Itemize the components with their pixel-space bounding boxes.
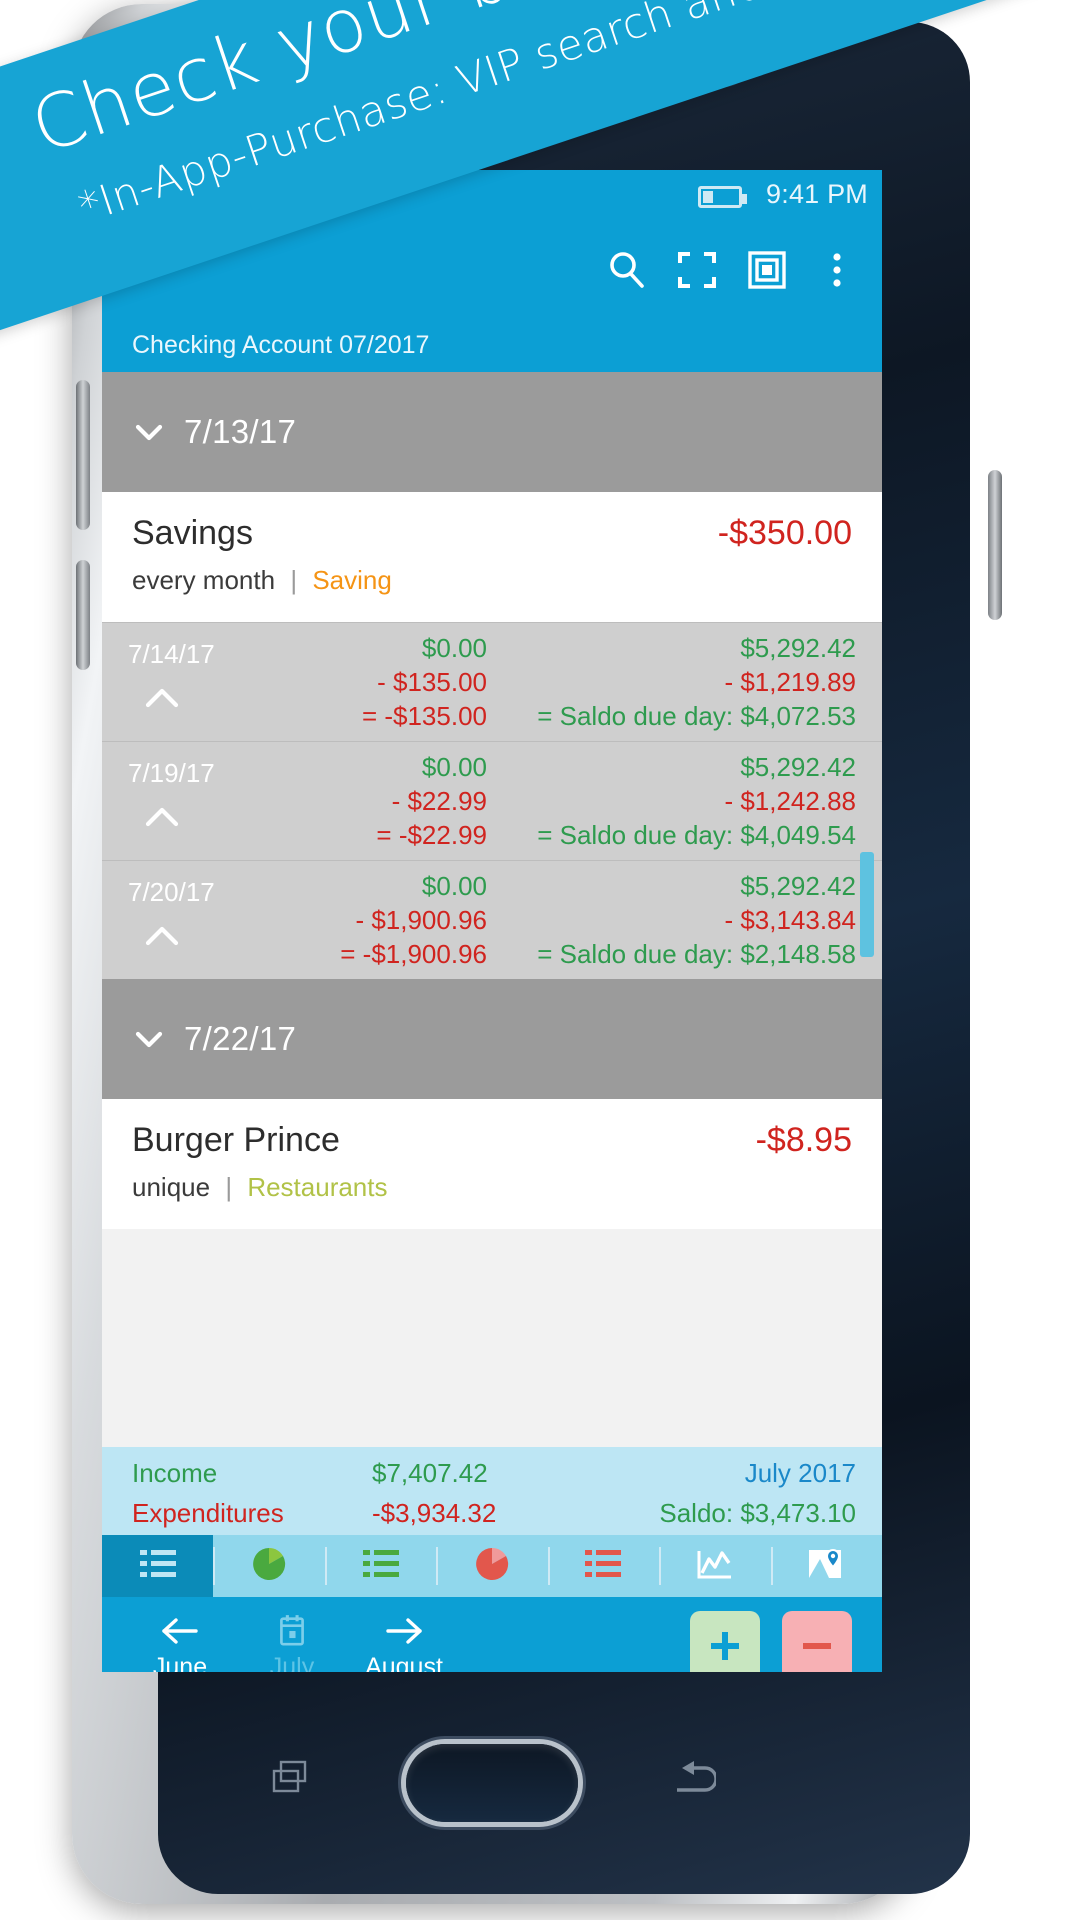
transaction-recurrence: every month xyxy=(132,565,276,595)
day-row-total: = -$1,900.96 xyxy=(340,938,487,969)
day-row[interactable]: 7/20/17 $0.00 - $1,900.96 = -$1,900.96 $… xyxy=(102,860,882,979)
prev-month-button[interactable]: June xyxy=(124,1611,236,1673)
day-row-date: 7/20/17 xyxy=(128,877,215,907)
day-group-header-7-22[interactable]: 7/22/17 xyxy=(102,979,882,1099)
map-icon xyxy=(807,1547,845,1586)
list-icon xyxy=(138,1547,178,1586)
transaction-title: Savings xyxy=(132,514,253,552)
period-label: July 2017 xyxy=(744,1457,856,1488)
phone-volume-up-button xyxy=(76,380,90,530)
transaction-category: Saving xyxy=(312,565,392,595)
plus-icon xyxy=(711,1632,739,1660)
prev-month-label: June xyxy=(152,1652,208,1673)
day-row-balance-due: = Saldo due day: $4,049.54 xyxy=(537,819,856,850)
income-value: $7,407.42 xyxy=(372,1457,488,1488)
next-month-button[interactable]: August xyxy=(348,1611,460,1673)
arrow-left-icon xyxy=(124,1611,236,1651)
transaction-recurrence: unique xyxy=(132,1172,211,1202)
pie-chart-green-icon xyxy=(251,1546,287,1587)
phone-volume-down-button xyxy=(76,560,90,670)
phone-power-button xyxy=(988,470,1002,620)
tab-expense-pie[interactable] xyxy=(436,1535,547,1597)
tab-list[interactable] xyxy=(102,1535,214,1597)
view-tab-strip[interactable] xyxy=(102,1535,882,1597)
calendar-icon xyxy=(236,1611,348,1651)
chevron-up-icon[interactable] xyxy=(144,923,180,949)
day-row-balance-income: $5,292.42 xyxy=(740,632,856,663)
current-month-label: July xyxy=(269,1652,315,1673)
phone-screen: 9:41 PM Checking Account 07/2017 7/13/17… xyxy=(102,170,882,1672)
transaction-row-savings[interactable]: Savings -$350.00 every month | Saving xyxy=(102,492,882,622)
day-row-date: 7/14/17 xyxy=(128,639,215,669)
pie-chart-red-icon xyxy=(474,1546,510,1587)
day-row-balance-expense: - $1,219.89 xyxy=(724,666,856,697)
day-row-balance-income: $5,292.42 xyxy=(740,751,856,782)
day-row[interactable]: 7/19/17 $0.00 - $22.99 = -$22.99 $5,292.… xyxy=(102,741,882,860)
line-chart-icon xyxy=(696,1547,734,1586)
chevron-up-icon[interactable] xyxy=(144,685,180,711)
day-row-expense: - $135.00 xyxy=(377,666,487,697)
minus-icon xyxy=(803,1643,831,1649)
day-row-income: $0.00 xyxy=(421,632,487,663)
chevron-down-icon xyxy=(132,415,166,449)
day-row[interactable]: 7/14/17 $0.00 - $135.00 = -$135.00 $5,29… xyxy=(102,622,882,741)
overflow-menu-icon[interactable] xyxy=(816,249,858,291)
transaction-row-burger-prince[interactable]: Burger Prince -$8.95 unique | Restaurant… xyxy=(102,1099,882,1229)
account-subtitle: Checking Account 07/2017 xyxy=(102,318,882,372)
day-row-expense: - $22.99 xyxy=(391,785,487,816)
transaction-separator: | xyxy=(225,1172,233,1202)
list-red-icon xyxy=(583,1547,623,1586)
day-group-header-7-13[interactable]: 7/13/17 xyxy=(102,372,882,492)
battery-icon xyxy=(698,186,747,208)
promo-screenshot: 9:41 PM Checking Account 07/2017 7/13/17… xyxy=(0,0,1080,1920)
day-row-balance-due: = Saldo due day: $4,072.53 xyxy=(537,700,856,731)
chevron-up-icon[interactable] xyxy=(144,804,180,830)
search-icon[interactable] xyxy=(606,249,648,291)
saldo-value: Saldo: $3,473.10 xyxy=(659,1497,856,1528)
add-income-button[interactable] xyxy=(690,1611,760,1672)
tab-map[interactable] xyxy=(770,1535,882,1597)
transaction-amount: -$350.00 xyxy=(717,514,852,552)
day-row-total: = -$135.00 xyxy=(361,700,487,731)
fullscreen-icon[interactable] xyxy=(676,249,718,291)
day-row-total: = -$22.99 xyxy=(376,819,487,850)
expenditures-label: Expenditures xyxy=(132,1497,284,1528)
arrow-right-icon xyxy=(348,1611,460,1651)
next-month-label: August xyxy=(365,1652,443,1673)
day-row-date: 7/19/17 xyxy=(128,758,215,788)
transaction-list[interactable]: 7/13/17 Savings -$350.00 every month | S… xyxy=(102,372,882,1447)
tab-expense-list[interactable] xyxy=(547,1535,659,1597)
tab-trend[interactable] xyxy=(659,1535,770,1597)
tab-income-list[interactable] xyxy=(324,1535,436,1597)
month-navigation-bar[interactable]: June July August xyxy=(102,1597,882,1672)
day-row-income: $0.00 xyxy=(421,751,487,782)
duplicate-icon[interactable] xyxy=(746,249,788,291)
transaction-category: Restaurants xyxy=(247,1172,388,1202)
income-label: Income xyxy=(132,1457,218,1488)
day-group-label: 7/13/17 xyxy=(184,413,297,450)
list-scrollbar[interactable] xyxy=(860,852,874,957)
day-group-label: 7/22/17 xyxy=(184,1020,297,1057)
day-row-balance-expense: - $1,242.88 xyxy=(724,785,856,816)
day-row-income: $0.00 xyxy=(421,870,487,901)
transaction-amount: -$8.95 xyxy=(755,1121,852,1159)
tab-income-pie[interactable] xyxy=(213,1535,324,1597)
chevron-down-icon xyxy=(132,1022,166,1056)
summary-bar: Income $7,407.42 July 2017 Expenditures … xyxy=(102,1447,882,1535)
add-expense-button[interactable] xyxy=(782,1611,852,1672)
day-row-expense: - $1,900.96 xyxy=(355,904,487,935)
day-row-balance-income: $5,292.42 xyxy=(740,870,856,901)
day-row-balance-due: = Saldo due day: $2,148.58 xyxy=(537,938,856,969)
transaction-title: Burger Prince xyxy=(132,1121,340,1159)
day-row-balance-expense: - $3,143.84 xyxy=(724,904,856,935)
current-month-button[interactable]: July xyxy=(236,1611,348,1673)
list-green-icon xyxy=(361,1547,401,1586)
transaction-separator: | xyxy=(290,565,298,595)
status-bar-time: 9:41 PM xyxy=(766,179,868,209)
expenditures-value: -$3,934.32 xyxy=(372,1497,497,1528)
